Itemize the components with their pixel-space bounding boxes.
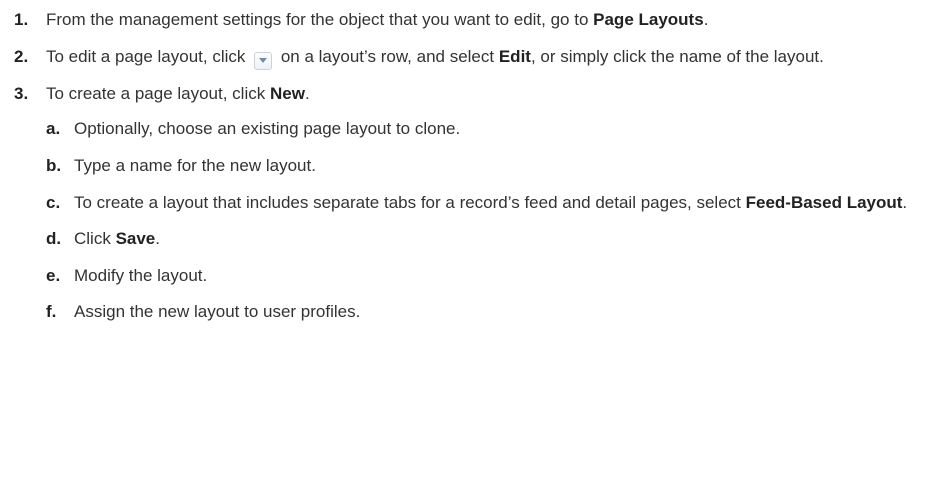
substep-text-before: Click <box>74 229 116 249</box>
substep-letter: e. <box>46 265 61 285</box>
substep-a: a. Optionally, choose an existing page l… <box>46 117 927 142</box>
step-text: To create a page layout, click New. <box>46 82 927 107</box>
substep-text-after: . <box>155 229 160 249</box>
step-number: 1. <box>14 10 29 29</box>
substep-c: c. To create a layout that includes sepa… <box>46 191 927 216</box>
substep-text: Assign the new layout to user profiles. <box>74 302 361 322</box>
step-text-before: To create a page layout, click <box>46 83 270 103</box>
substep-f: f. Assign the new layout to user profile… <box>46 300 927 325</box>
dropdown-arrow-icon <box>254 51 273 70</box>
step-1: 1. From the management settings for the … <box>14 8 927 33</box>
step-text-after: . <box>703 10 709 29</box>
substep-e: e. Modify the layout. <box>46 264 927 289</box>
substep-letter: f. <box>46 302 57 322</box>
substep-letter: b. <box>46 155 62 175</box>
step-text-after: , or simply click the name of the layout… <box>530 46 824 66</box>
step-2: 2. To edit a page layout, click on a lay… <box>14 45 927 70</box>
substep-text: Optionally, choose an existing page layo… <box>74 119 461 139</box>
step-3: 3. To create a page layout, click New. a… <box>14 82 927 337</box>
substep-letter: d. <box>46 229 62 249</box>
steps-list: 1. From the management settings for the … <box>14 8 927 337</box>
step-text-before: From the management settings for the obj… <box>46 10 594 29</box>
new-term: New <box>269 83 305 103</box>
step-text-before: To edit a page layout, click <box>46 46 251 66</box>
substep-text-before: To create a layout that includes separat… <box>74 192 746 212</box>
substep-text: To create a layout that includes separat… <box>68 191 927 216</box>
step-text: To edit a page layout, click on a layout… <box>40 45 927 70</box>
page-layouts-term: Page Layouts <box>593 10 704 29</box>
instruction-document: 1. From the management settings for the … <box>0 0 941 478</box>
substeps-list: a. Optionally, choose an existing page l… <box>46 117 927 325</box>
save-term: Save <box>115 229 156 249</box>
substep-text: Modify the layout. <box>74 265 208 285</box>
step-text-after: . <box>304 83 310 103</box>
substep-letter: c. <box>46 192 61 212</box>
feed-based-layout-term: Feed-Based Layout <box>745 192 903 212</box>
substep-letter: a. <box>46 119 61 139</box>
substep-text: Click Save. <box>68 227 927 252</box>
substep-text: Type a name for the new layout. <box>74 155 316 175</box>
substep-b: b. Type a name for the new layout. <box>46 154 927 179</box>
step-text: From the management settings for the obj… <box>40 8 927 33</box>
step-number: 2. <box>14 46 29 66</box>
substep-d: d. Click Save. <box>46 227 927 252</box>
substep-text-after: . <box>902 192 908 212</box>
step-content: To create a page layout, click New. a. O… <box>40 82 927 337</box>
step-number: 3. <box>14 83 29 103</box>
step-text-middle: on a layout’s row, and select <box>276 46 499 66</box>
edit-term: Edit <box>498 46 531 66</box>
